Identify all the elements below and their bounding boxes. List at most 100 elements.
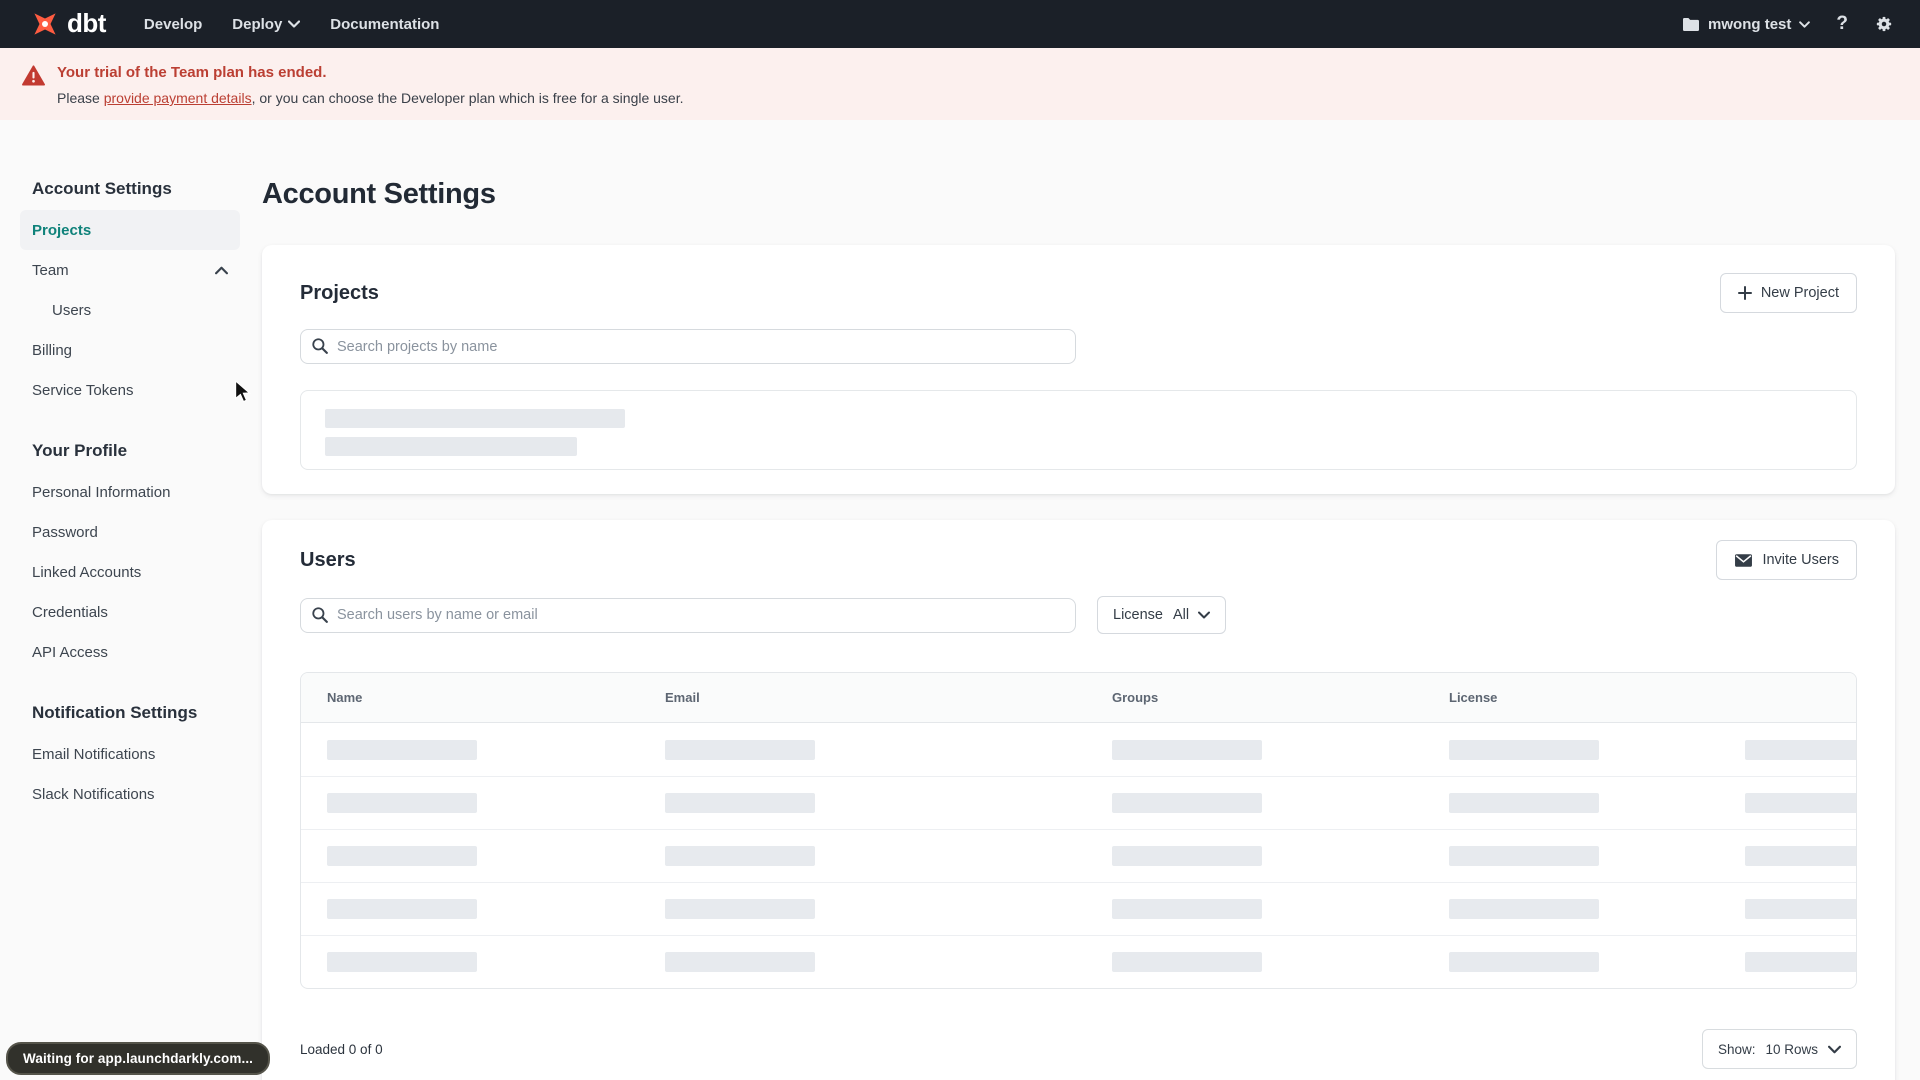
banner-body-suffix: , or you can choose the Developer plan w…	[251, 90, 684, 106]
sidebar-item-personal-information[interactable]: Personal Information	[20, 472, 240, 512]
account-name: mwong test	[1708, 15, 1792, 33]
projects-loading-skeleton	[300, 390, 1857, 470]
search-projects-input[interactable]	[300, 329, 1076, 364]
table-row-skeleton	[301, 935, 1856, 988]
help-icon[interactable]: ?	[1836, 13, 1848, 35]
skeleton-bar	[1112, 793, 1262, 813]
sidebar-item-label: Linked Accounts	[32, 563, 142, 581]
skeleton-bar	[665, 846, 815, 866]
folder-icon	[1683, 17, 1700, 31]
sidebar-item-label: Projects	[32, 221, 92, 239]
skeleton-bar	[665, 899, 815, 919]
skeleton-bar	[1745, 952, 1856, 972]
sidebar-item-label: Password	[32, 523, 98, 541]
skeleton-bar	[327, 846, 477, 866]
skeleton-bar	[1112, 899, 1262, 919]
sidebar-item-label: Billing	[32, 341, 73, 359]
users-table: Name Email Groups License	[300, 672, 1857, 989]
banner-body-prefix: Please	[57, 90, 104, 106]
skeleton-bar	[327, 739, 477, 760]
chevron-down-icon	[1198, 611, 1211, 619]
license-filter-dropdown[interactable]: License All	[1097, 596, 1227, 634]
skeleton-bar	[1449, 739, 1599, 760]
nav-item-deploy[interactable]: Deploy	[232, 16, 301, 33]
skeleton-bar	[325, 409, 625, 428]
chevron-up-icon	[215, 266, 228, 274]
license-filter-value: All	[1172, 607, 1190, 623]
rows-per-page-dropdown[interactable]: Show: 10 Rows	[1701, 1029, 1857, 1069]
nav-item-label: Documentation	[330, 15, 440, 33]
nav-item-documentation[interactable]: Documentation	[330, 16, 439, 33]
sidebar-heading-account-settings: Account Settings	[32, 179, 172, 198]
invite-users-button-label: Invite Users	[1762, 552, 1839, 568]
skeleton-bar	[1745, 899, 1856, 919]
column-header-groups: Groups	[1112, 690, 1159, 705]
sidebar-item-label: Team	[32, 261, 69, 279]
nav-menu: Develop Deploy Documentation	[144, 16, 440, 33]
sidebar-heading-your-profile: Your Profile	[32, 441, 128, 460]
skeleton-bar	[665, 739, 815, 760]
sidebar-item-linked-accounts[interactable]: Linked Accounts	[20, 552, 240, 592]
sidebar-item-credentials[interactable]: Credentials	[20, 592, 240, 632]
skeleton-bar	[1449, 846, 1599, 866]
sidebar-item-label: Users	[52, 301, 92, 319]
top-navigation: dbt Develop Deploy Documentation mwong t…	[0, 0, 1920, 48]
skeleton-bar	[327, 793, 477, 813]
sidebar-item-slack-notifications[interactable]: Slack Notifications	[20, 774, 240, 814]
sidebar-item-password[interactable]: Password	[20, 512, 240, 552]
column-header-license: License	[1449, 690, 1498, 705]
skeleton-bar	[1449, 793, 1599, 813]
sidebar-item-service-tokens[interactable]: Service Tokens	[20, 370, 240, 410]
sidebar-item-api-access[interactable]: API Access	[20, 632, 240, 672]
show-value: 10 Rows	[1765, 1041, 1818, 1057]
banner-title: Your trial of the Team plan has ended.	[57, 64, 327, 81]
sidebar-section-notification-settings: Notification Settings Email Notification…	[20, 702, 240, 814]
new-project-button-label: New Project	[1760, 285, 1839, 301]
plus-icon	[1737, 286, 1752, 300]
chevron-down-icon	[1828, 1045, 1841, 1053]
skeleton-bar	[665, 793, 815, 813]
sidebar-item-users[interactable]: Users	[20, 290, 240, 330]
skeleton-bar	[665, 952, 815, 972]
page-title: Account Settings	[262, 178, 496, 210]
sidebar-item-team[interactable]: Team	[20, 250, 240, 290]
skeleton-bar	[1745, 846, 1856, 866]
skeleton-bar	[1449, 899, 1599, 919]
main-content: Account Settings Projects New Project Se…	[262, 178, 1895, 1080]
users-heading: Users	[300, 548, 356, 571]
table-row-skeleton	[301, 723, 1856, 776]
sidebar-item-projects[interactable]: Projects	[20, 210, 240, 250]
settings-sidebar: Account Settings Projects Team Users Bil…	[20, 178, 240, 814]
sidebar-heading-notification-settings: Notification Settings	[32, 703, 198, 722]
sidebar-section-your-profile: Your Profile Personal Information Passwo…	[20, 440, 240, 672]
sidebar-item-billing[interactable]: Billing	[20, 330, 240, 370]
table-row-skeleton	[301, 829, 1856, 882]
skeleton-bar	[327, 952, 477, 972]
trial-ended-banner: Your trial of the Team plan has ended. P…	[0, 48, 1920, 120]
gear-icon[interactable]	[1874, 14, 1894, 34]
browser-status-bar: Waiting for app.launchdarkly.com...	[6, 1042, 271, 1075]
envelope-icon	[1735, 553, 1753, 567]
account-switcher[interactable]: mwong test	[1682, 15, 1811, 33]
skeleton-bar	[1112, 952, 1262, 972]
search-users-input[interactable]	[300, 597, 1076, 633]
new-project-button[interactable]: New Project	[1719, 273, 1857, 313]
projects-heading: Projects	[300, 281, 379, 304]
sidebar-item-label: API Access	[32, 643, 108, 661]
brand-name: dbt	[67, 7, 106, 38]
sidebar-item-label: Slack Notifications	[32, 785, 155, 803]
sidebar-item-label: Personal Information	[32, 483, 171, 501]
skeleton-bar	[327, 899, 477, 919]
skeleton-bar	[1745, 793, 1856, 813]
projects-card: Projects New Project	[262, 245, 1895, 494]
skeleton-bar	[1112, 739, 1262, 760]
invite-users-button[interactable]: Invite Users	[1716, 540, 1857, 580]
sidebar-item-email-notifications[interactable]: Email Notifications	[20, 734, 240, 774]
warning-icon	[22, 65, 45, 108]
show-label: Show:	[1717, 1041, 1756, 1057]
skeleton-bar	[1112, 846, 1262, 866]
sidebar-item-label: Credentials	[32, 603, 108, 621]
nav-item-develop[interactable]: Develop	[144, 16, 202, 33]
provide-payment-details-link[interactable]: provide payment details	[104, 90, 252, 106]
dbt-logo[interactable]: dbt	[30, 9, 106, 39]
